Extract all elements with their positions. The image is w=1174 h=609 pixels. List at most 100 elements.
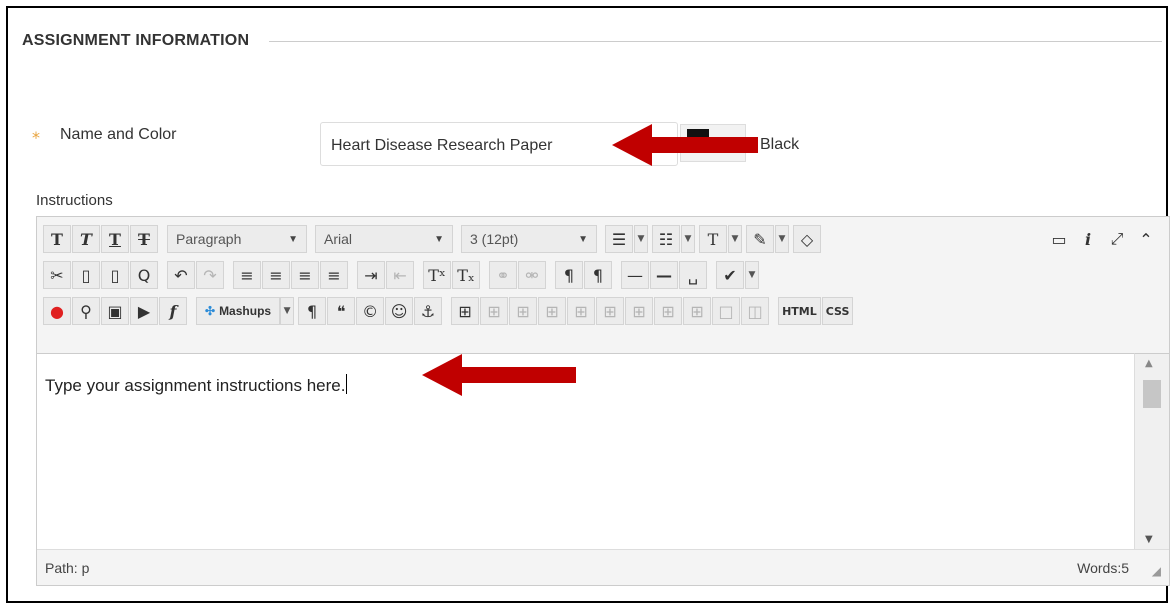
insert-table-icon[interactable]: ⊞ [451,297,480,325]
merge-cells-icon[interactable]: ◫ [741,297,770,325]
subscript-icon[interactable]: Tₓ [452,261,480,289]
emoticon-icon[interactable]: ☺ [385,297,414,325]
editor-body-text: Type your assignment instructions here. [45,374,348,396]
undo-icon[interactable]: ↶ [167,261,195,289]
thick-rule-icon[interactable]: — [650,261,678,289]
fullscreen-icon[interactable]: ⤢ [1103,225,1131,253]
scroll-down-arrow-icon[interactable]: ▼ [1145,534,1153,545]
numbered-list-icon[interactable]: ☷ [652,225,680,253]
section-header: ASSIGNMENT INFORMATION [22,32,1162,50]
instructions-text: Type your assignment instructions here. [45,376,346,395]
annotation-arrow-name [612,124,758,166]
assignment-panel: ASSIGNMENT INFORMATION * Name and Color … [6,6,1170,603]
arrow-head [612,124,652,166]
underline-icon[interactable]: T [101,225,129,253]
chevron-down-icon: ▼ [578,233,588,245]
preview-icon[interactable]: ▭ [1045,225,1073,253]
redo-icon[interactable]: ↷ [196,261,224,289]
image-icon[interactable]: ▣ [101,297,129,325]
find-icon[interactable]: Q [130,261,158,289]
text-color-dropdown[interactable]: ▼ [728,225,742,253]
strikethrough-icon[interactable]: T [130,225,158,253]
align-left-icon[interactable]: ≡ [233,261,261,289]
scroll-up-arrow-icon[interactable]: ▲ [1145,358,1153,369]
attachment-icon[interactable]: ⚲ [72,297,100,325]
font-select[interactable]: Arial ▼ [315,225,453,253]
align-justify-icon[interactable]: ≡ [320,261,348,289]
record-icon[interactable]: ● [43,297,71,325]
insert-row-after-icon[interactable]: ⊞ [567,297,596,325]
paste-icon[interactable]: ▯ [101,261,129,289]
section-title: ASSIGNMENT INFORMATION [22,32,250,49]
toolbar-right-tools: ▭ i ⤢ ⌃ [1045,223,1161,255]
rich-text-editor: T T T T Paragraph ▼ Arial ▼ 3 (12pt) ▼ ☰ ▼ ☷… [36,216,1170,586]
table-row-props-icon[interactable]: ⊞ [480,297,509,325]
spellcheck-dropdown[interactable]: ▼ [745,261,759,289]
format-select[interactable]: Paragraph ▼ [167,225,307,253]
horizontal-rule-icon[interactable]: — [621,261,649,289]
info-icon[interactable]: i [1074,225,1102,253]
insert-row-before-icon[interactable]: ⊞ [538,297,567,325]
cut-icon[interactable]: ✂ [43,261,71,289]
delete-row-icon[interactable]: ⊞ [596,297,625,325]
align-right-icon[interactable]: ≡ [291,261,319,289]
name-color-label: Name and Color [60,126,177,143]
unlink-icon[interactable]: ⚮ [518,261,546,289]
anchor-icon[interactable]: ⚓ [414,297,443,325]
split-cells-icon[interactable]: □ [712,297,741,325]
eraser-icon[interactable]: ◇ [793,225,821,253]
insert-col-before-icon[interactable]: ⊞ [625,297,654,325]
arrow-shaft [648,137,758,153]
chevron-down-icon: ▼ [434,233,444,245]
size-select[interactable]: 3 (12pt) ▼ [461,225,597,253]
table-cell-props-icon[interactable]: ⊞ [509,297,538,325]
highlight-icon[interactable]: ✎ [746,225,774,253]
copy-icon[interactable]: ▯ [72,261,100,289]
italic-icon[interactable]: T [72,225,100,253]
paragraph-icon[interactable]: ¶ [298,297,327,325]
bullet-list-icon[interactable]: ☰ [605,225,633,253]
html-source-button[interactable]: HTML [778,297,821,325]
spellcheck-icon[interactable]: ✔ [716,261,744,289]
special-character-icon[interactable]: © [356,297,385,325]
blockquote-icon[interactable]: ❝ [327,297,356,325]
collapse-toolbar-icon[interactable]: ⌃ [1132,225,1160,253]
highlight-dropdown[interactable]: ▼ [775,225,789,253]
align-center-icon[interactable]: ≡ [262,261,290,289]
math-icon[interactable]: f [159,297,187,325]
media-icon[interactable]: ▶ [130,297,158,325]
insert-col-after-icon[interactable]: ⊞ [654,297,683,325]
ltr-icon[interactable]: ¶ [555,261,583,289]
mashups-icon: ✣ [205,304,216,318]
link-icon[interactable]: ⚭ [489,261,517,289]
bold-icon[interactable]: T [43,225,71,253]
nonbreaking-space-icon[interactable]: ␣ [679,261,707,289]
toolbar-row-1: T T T T Paragraph ▼ Arial ▼ 3 (12pt) ▼ ☰ ▼ ☷… [43,223,822,255]
indent-icon[interactable]: ⇥ [357,261,385,289]
text-color-icon[interactable]: T [699,225,727,253]
css-button[interactable]: CSS [821,297,854,325]
mashups-button[interactable]: ✣ Mashups [196,297,281,325]
toolbar-row-3: ● ⚲ ▣ ▶ f ✣ Mashups ▼ ¶ ❝ © ☺ ⚓ ⊞ ⊞ ⊞ ⊞ ⊞ … [43,295,854,327]
bullet-list-dropdown[interactable]: ▼ [634,225,648,253]
mashups-dropdown[interactable]: ▼ [280,297,295,325]
mashups-label: Mashups [219,304,272,318]
scrollbar-thumb[interactable] [1143,380,1161,408]
numbered-list-dropdown[interactable]: ▼ [681,225,695,253]
editor-scrollbar[interactable]: ▲ ▼ [1135,353,1169,549]
color-name-label: Black [760,136,800,153]
section-divider [269,40,1162,42]
editor-content-area[interactable]: Type your assignment instructions here. [37,353,1135,549]
delete-col-icon[interactable]: ⊞ [683,297,712,325]
editor-status-bar: Path: p Words:5 ◢ [37,549,1169,585]
outdent-icon[interactable]: ⇤ [386,261,414,289]
arrow-head [422,354,462,396]
word-count: Words:5 [1077,560,1129,576]
rtl-icon[interactable]: ¶ [584,261,612,289]
annotation-arrow-instructions [422,354,576,396]
superscript-icon[interactable]: Tˣ [423,261,451,289]
font-select-value: Arial [324,231,353,247]
resize-handle-icon[interactable]: ◢ [1152,564,1161,578]
chevron-down-icon: ▼ [288,233,298,245]
size-select-value: 3 (12pt) [470,231,519,247]
